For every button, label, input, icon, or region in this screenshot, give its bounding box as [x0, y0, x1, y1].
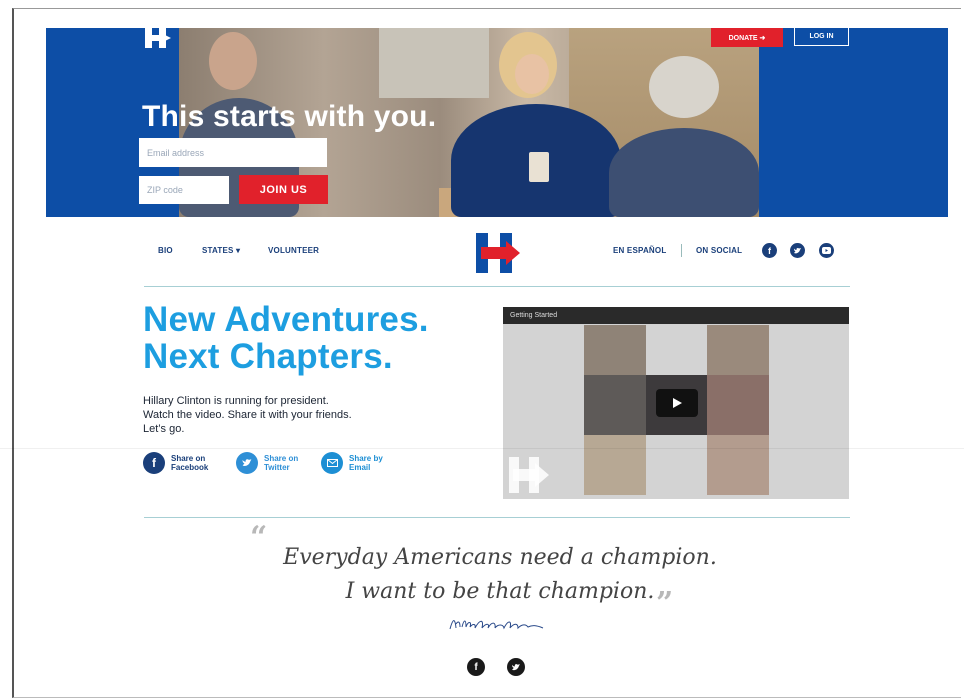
- email-icon: [321, 452, 343, 474]
- campaign-logo-icon: [509, 457, 549, 493]
- zip-input[interactable]: ZIP code: [139, 176, 229, 204]
- donate-button[interactable]: DONATE ➜: [711, 28, 783, 47]
- login-button[interactable]: LOG IN: [794, 28, 849, 46]
- share-twitter-label: Share on Twitter: [264, 454, 299, 472]
- video-thumbnail: [707, 375, 769, 435]
- divider: [144, 286, 850, 287]
- share-email-label: Share by Email: [349, 454, 383, 472]
- youtube-icon[interactable]: [819, 243, 834, 258]
- video-thumbnail: [584, 375, 646, 435]
- photo-cup: [529, 152, 549, 182]
- video-player[interactable]: Getting Started: [503, 307, 849, 499]
- quote: Everyday Americans need a champion. I wa…: [200, 541, 800, 609]
- facebook-icon[interactable]: f: [762, 243, 777, 258]
- quote-line: I want to be that champion.: [345, 579, 655, 604]
- video-title: Getting Started: [503, 307, 849, 324]
- twitter-icon: [236, 452, 258, 474]
- signature: [449, 620, 544, 630]
- headline: New Adventures. Next Chapters.: [143, 301, 429, 375]
- share-email-button[interactable]: Share by Email: [321, 452, 403, 474]
- twitter-icon[interactable]: [790, 243, 805, 258]
- facebook-icon[interactable]: f: [467, 658, 485, 676]
- join-us-button[interactable]: JOIN US: [239, 175, 328, 204]
- description: Hillary Clinton is running for president…: [143, 394, 443, 436]
- hero-banner: This starts with you. Email address ZIP …: [46, 28, 948, 217]
- nav-states[interactable]: STATES ▾: [202, 246, 240, 255]
- zip-placeholder: ZIP code: [147, 185, 183, 195]
- email-placeholder: Email address: [147, 147, 205, 158]
- photo-person: [649, 56, 719, 118]
- photo-person: [515, 54, 549, 94]
- overlay-line: [0, 448, 964, 449]
- nav-on-social: ON SOCIAL: [696, 246, 743, 255]
- facebook-icon: f: [143, 452, 165, 474]
- share-twitter-button[interactable]: Share on Twitter: [236, 452, 318, 474]
- nav-volunteer[interactable]: VOLUNTEER: [268, 246, 319, 255]
- share-facebook-label: Share on Facebook: [171, 454, 209, 472]
- description-line: Watch the video. Share it with your frie…: [143, 409, 352, 421]
- divider: [144, 517, 850, 518]
- headline-line-2: Next Chapters.: [143, 337, 393, 376]
- nav-divider: [681, 244, 682, 257]
- video-thumbnail: [584, 435, 646, 495]
- photo-window: [379, 28, 489, 98]
- nav-bio[interactable]: BIO: [158, 246, 173, 255]
- quote-close-mark: ”: [656, 586, 674, 621]
- description-line: Hillary Clinton is running for president…: [143, 395, 329, 407]
- photo-person: [209, 32, 257, 90]
- share-facebook-button[interactable]: f Share on Facebook: [143, 452, 225, 474]
- play-icon[interactable]: [656, 389, 698, 417]
- hero-title: This starts with you.: [142, 100, 437, 133]
- photo-person: [609, 128, 759, 217]
- description-line: Let’s go.: [143, 423, 185, 435]
- email-input[interactable]: Email address: [139, 138, 327, 167]
- quote-line: Everyday Americans need a champion.: [283, 545, 717, 570]
- twitter-icon[interactable]: [507, 658, 525, 676]
- campaign-logo-icon[interactable]: [476, 233, 522, 273]
- campaign-logo-icon[interactable]: [145, 28, 173, 48]
- headline-line-1: New Adventures.: [143, 300, 429, 339]
- nav-espanol[interactable]: EN ESPAÑOL: [613, 246, 666, 255]
- video-thumbnail: [707, 435, 769, 495]
